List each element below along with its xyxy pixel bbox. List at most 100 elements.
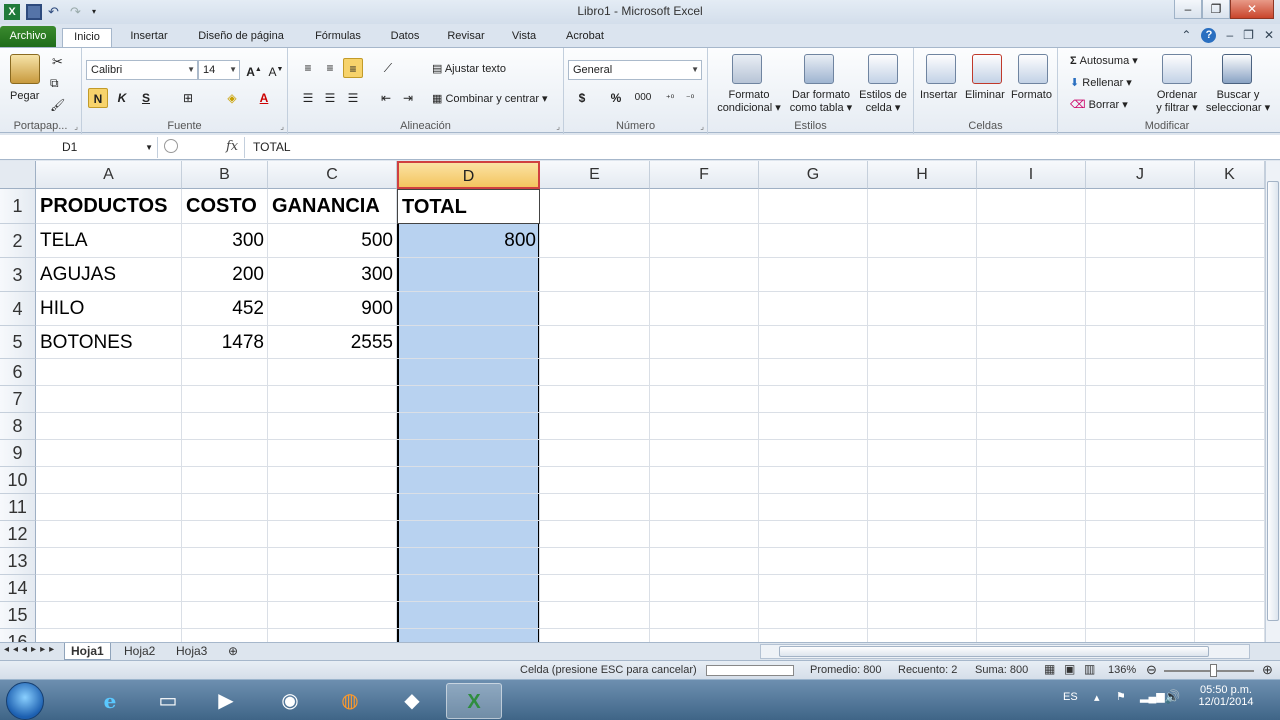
tab-formulas[interactable]: Fórmulas <box>306 28 370 47</box>
page-layout-view-icon[interactable]: ▣ <box>1064 662 1075 676</box>
align-right-icon[interactable]: ☰ <box>343 88 363 108</box>
dialog-launcher-icon[interactable]: ⌟ <box>556 122 560 131</box>
cell-b3[interactable]: 200 <box>182 258 268 292</box>
language-indicator[interactable]: ES <box>1063 691 1078 703</box>
column-header-f[interactable]: F <box>650 161 759 189</box>
font-color-icon[interactable]: A <box>254 88 274 108</box>
row-header-2[interactable]: 2 <box>0 224 36 258</box>
find-select-button[interactable]: Buscar y seleccionar ▾ <box>1204 89 1272 115</box>
cell-a3[interactable]: AGUJAS <box>36 258 182 292</box>
minimize-ribbon-icon[interactable]: ⌃ <box>1181 28 1191 43</box>
fill-button[interactable]: ⬇ Rellenar ▾ <box>1070 76 1132 89</box>
cell-c2[interactable]: 500 <box>268 224 397 258</box>
formula-expand-icon[interactable] <box>164 139 178 153</box>
paste-icon[interactable] <box>10 54 40 84</box>
align-bottom-icon[interactable]: ≡ <box>343 58 363 78</box>
italic-button[interactable]: K <box>112 88 132 108</box>
underline-button[interactable]: S <box>136 88 156 108</box>
network-icon[interactable]: ▂▄▆ <box>1140 690 1165 703</box>
chrome-icon[interactable]: ◉ <box>262 683 318 719</box>
number-format-combo[interactable]: General ▼ <box>568 60 702 80</box>
copy-icon[interactable]: ⧉ <box>50 76 59 91</box>
zoom-in-icon[interactable]: ⊕ <box>1262 662 1273 678</box>
row-header-11[interactable]: 11 <box>0 494 36 521</box>
increase-decimal-icon[interactable]: ⁺⁰ <box>660 88 680 108</box>
excel-taskbar-icon[interactable]: X <box>446 683 502 719</box>
percent-button[interactable]: % <box>606 88 626 108</box>
align-left-icon[interactable]: ☰ <box>298 88 318 108</box>
row-header-14[interactable]: 14 <box>0 575 36 602</box>
cell-d2[interactable]: 800 <box>397 224 540 258</box>
volume-icon[interactable]: 🔊 <box>1164 689 1180 705</box>
row-header-9[interactable]: 9 <box>0 440 36 467</box>
minimize-button[interactable]: – <box>1174 0 1202 19</box>
sort-filter-button[interactable]: Ordenar y filtrar ▾ <box>1154 89 1200 115</box>
dialog-launcher-icon[interactable]: ⌟ <box>280 122 284 131</box>
cell-c1[interactable]: GANANCIA <box>268 189 397 224</box>
horizontal-scroll-thumb[interactable] <box>779 646 1209 657</box>
column-header-g[interactable]: G <box>759 161 868 189</box>
start-button[interactable] <box>6 682 44 720</box>
cell-styles-button[interactable]: Estilos de celda ▾ <box>856 89 910 115</box>
cell-styles-icon[interactable] <box>868 54 898 84</box>
row-header-6[interactable]: 6 <box>0 359 36 386</box>
thousands-button[interactable]: 000 <box>630 88 656 108</box>
row-header-8[interactable]: 8 <box>0 413 36 440</box>
insert-cells-button[interactable]: Insertar <box>920 89 957 101</box>
format-cells-button[interactable]: Formato <box>1011 89 1052 101</box>
cell-a1[interactable]: PRODUCTOS <box>36 189 182 224</box>
merge-center-button[interactable]: ▦ Combinar y centrar ▾ <box>432 92 548 105</box>
tab-insertar[interactable]: Insertar <box>120 28 178 47</box>
row-header-13[interactable]: 13 <box>0 548 36 575</box>
zoom-slider[interactable] <box>1164 670 1254 672</box>
app-icon[interactable]: ◆ <box>384 683 440 719</box>
help-icon[interactable]: ? <box>1201 28 1217 43</box>
cell-b5[interactable]: 1478 <box>182 326 268 359</box>
delete-cells-icon[interactable] <box>972 54 1002 84</box>
new-sheet-icon[interactable]: ⊕ <box>222 643 244 660</box>
dialog-launcher-icon[interactable]: ⌟ <box>74 122 78 131</box>
row-header-5[interactable]: 5 <box>0 326 36 359</box>
internet-explorer-icon[interactable]: e <box>82 683 138 719</box>
zoom-slider-knob[interactable] <box>1210 664 1217 677</box>
align-top-icon[interactable]: ≡ <box>298 58 318 78</box>
tab-revisar[interactable]: Revisar <box>438 28 494 47</box>
zoom-out-icon[interactable]: ⊖ <box>1146 662 1157 678</box>
flag-icon[interactable]: ⚑ <box>1116 690 1126 703</box>
tab-vista[interactable]: Vista <box>504 28 544 47</box>
sheet-tab-hoja2[interactable]: Hoja2 <box>118 643 161 660</box>
cell-a5[interactable]: BOTONES <box>36 326 182 359</box>
name-box[interactable]: D1 ▼ <box>0 137 158 158</box>
column-header-k[interactable]: K <box>1195 161 1265 189</box>
row-header-16[interactable]: 16 <box>0 629 36 642</box>
format-painter-icon[interactable]: 🖌 <box>50 98 65 112</box>
column-header-a[interactable]: A <box>36 161 182 189</box>
cell-d1[interactable]: TOTAL <box>397 189 540 224</box>
clear-button[interactable]: ⌫ Borrar ▾ <box>1070 98 1128 111</box>
row-header-4[interactable]: 4 <box>0 292 36 326</box>
conditional-format-button[interactable]: Formato condicional ▾ <box>714 89 784 115</box>
zoom-level[interactable]: 136% <box>1108 664 1136 676</box>
formula-content[interactable]: TOTAL <box>244 137 1264 158</box>
restore-button[interactable]: ❐ <box>1202 0 1230 19</box>
cell-a4[interactable]: HILO <box>36 292 182 326</box>
format-cells-icon[interactable] <box>1018 54 1048 84</box>
row-header-12[interactable]: 12 <box>0 521 36 548</box>
sheet-nav-arrows[interactable]: ◂◂◂▸▸▸ <box>4 644 58 655</box>
autosum-button[interactable]: Σ Autosuma ▾ <box>1070 54 1138 67</box>
select-all-corner[interactable] <box>0 161 36 189</box>
align-middle-icon[interactable]: ≡ <box>320 58 340 78</box>
decrease-indent-icon[interactable]: ⇤ <box>376 88 396 108</box>
bold-button[interactable]: N <box>88 88 108 108</box>
workbook-restore-icon[interactable]: ❐ <box>1243 28 1254 43</box>
column-header-d[interactable]: D <box>397 161 540 189</box>
delete-cells-button[interactable]: Eliminar <box>965 89 1005 101</box>
row-header-3[interactable]: 3 <box>0 258 36 292</box>
format-as-table-icon[interactable] <box>804 54 834 84</box>
conditional-format-icon[interactable] <box>732 54 762 84</box>
cell-b2[interactable]: 300 <box>182 224 268 258</box>
clock[interactable]: 05:50 p.m. 12/01/2014 <box>1196 684 1256 708</box>
orientation-icon[interactable]: ⟋ <box>378 58 398 78</box>
column-header-i[interactable]: I <box>977 161 1086 189</box>
horizontal-scrollbar[interactable] <box>760 644 1250 659</box>
